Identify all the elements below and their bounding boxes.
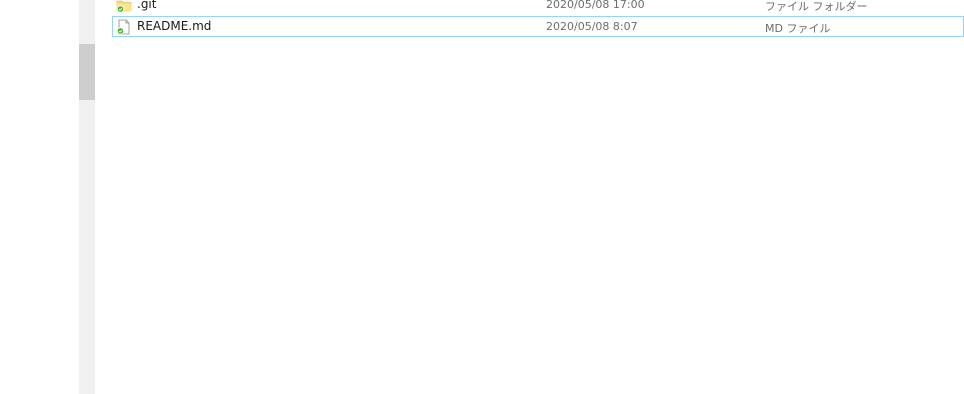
file-date-modified: 2020/05/08 17:00 [546,0,645,11]
folder-git-icon [116,0,132,13]
file-list: .git 2020/05/08 17:00 ファイル フォルダー README.… [112,0,964,394]
file-name: README.md [137,19,212,33]
navigation-scrollbar[interactable] [79,0,95,394]
file-row-git[interactable]: .git 2020/05/08 17:00 ファイル フォルダー [112,0,964,15]
file-type: ファイル フォルダー [765,0,868,13]
file-date-modified: 2020/05/08 8:07 [546,20,638,33]
explorer-window: .git 2020/05/08 17:00 ファイル フォルダー README.… [0,0,964,394]
file-row-readme[interactable]: README.md 2020/05/08 8:07 MD ファイル [112,16,964,37]
file-git-icon [116,19,132,35]
scrollbar-thumb[interactable] [79,44,95,100]
navigation-pane [0,0,79,394]
file-name: .git [137,0,157,11]
file-type: MD ファイル [765,22,831,35]
